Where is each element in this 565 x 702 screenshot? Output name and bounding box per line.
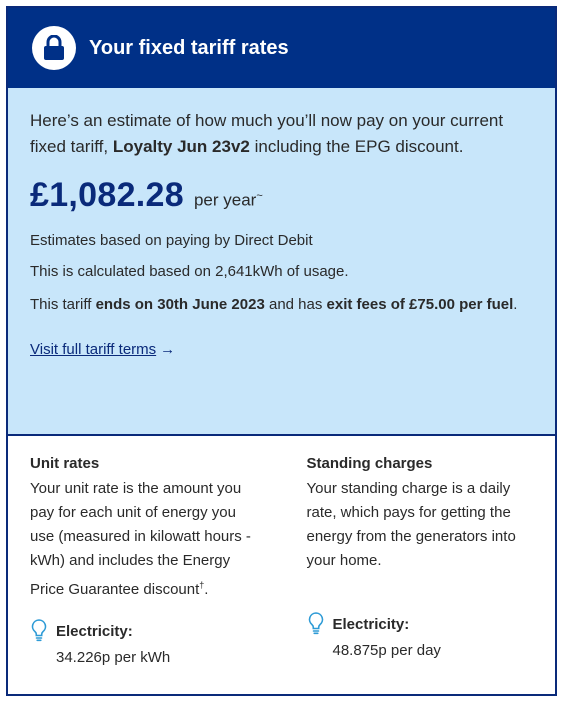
standing-charge-electricity-value: 48.875p per day xyxy=(332,642,441,659)
header-title: Your fixed tariff rates xyxy=(89,36,289,59)
fixed-tariff-card: Your fixed tariff rates Here’s an estima… xyxy=(6,6,557,696)
per-year-label: per year~ xyxy=(194,190,263,211)
estimate-intro: Here’s an estimate of how much you’ll no… xyxy=(30,108,533,160)
unit-rate-electricity: Electricity: xyxy=(30,618,257,643)
standing-charge-electricity: Electricity: xyxy=(307,611,534,636)
unit-rates-title: Unit rates xyxy=(30,455,100,472)
exit-fees: exit fees of £75.00 per fuel xyxy=(326,296,514,313)
unit-rate-electricity-label: Electricity: xyxy=(56,623,133,640)
unit-rates-column: Unit rates Your unit rate is the amount … xyxy=(30,454,307,669)
unit-rates-description: Your unit rate is the amount you pay for… xyxy=(30,477,257,602)
unit-rates-description-end: . xyxy=(204,581,209,598)
direct-debit-note: Estimates based on paying by Direct Debi… xyxy=(30,232,313,249)
estimate-panel: Here’s an estimate of how much you’ll no… xyxy=(8,88,555,436)
tariff-terms-link-row: Visit full tariff terms → xyxy=(30,341,533,358)
tariff-name: Loyalty Jun 23v2 xyxy=(112,137,250,156)
standing-charges-column: Standing charges Your standing charge is… xyxy=(307,454,534,669)
arrow-right-icon[interactable]: → xyxy=(160,341,175,358)
lock-icon xyxy=(32,26,76,70)
card-header: Your fixed tariff rates xyxy=(8,8,555,88)
rates-section: Unit rates Your unit rate is the amount … xyxy=(8,436,555,669)
per-year-footnote-mark: ~ xyxy=(256,190,263,203)
unit-rate-electricity-value: 34.226p per kWh xyxy=(56,649,171,666)
price-row: £1,082.28 per year~ xyxy=(30,176,533,215)
tariff-end-note: This tariff ends on 30th June 2023 and h… xyxy=(30,293,533,317)
annual-price: £1,082.28 xyxy=(30,176,184,214)
end-date: ends on 30th June 2023 xyxy=(95,296,265,313)
intro-text-end: including the EPG discount. xyxy=(249,137,464,156)
ends-text-middle: and has xyxy=(264,296,327,313)
standing-charges-title: Standing charges xyxy=(306,455,433,472)
unit-rates-description-text: Your unit rate is the amount you pay for… xyxy=(30,480,251,598)
lightbulb-icon xyxy=(31,619,47,642)
ends-text-end: . xyxy=(513,296,518,313)
standing-charges-description: Your standing charge is a daily rate, wh… xyxy=(306,480,516,569)
lightbulb-icon xyxy=(308,612,323,635)
tariff-terms-link[interactable]: Visit full tariff terms xyxy=(30,341,156,358)
per-year-text: per year xyxy=(193,191,257,210)
standing-charge-electricity-label: Electricity: xyxy=(332,616,410,633)
usage-note: This is calculated based on 2,641kWh of … xyxy=(30,263,349,280)
ends-text-start: This tariff xyxy=(30,296,96,313)
